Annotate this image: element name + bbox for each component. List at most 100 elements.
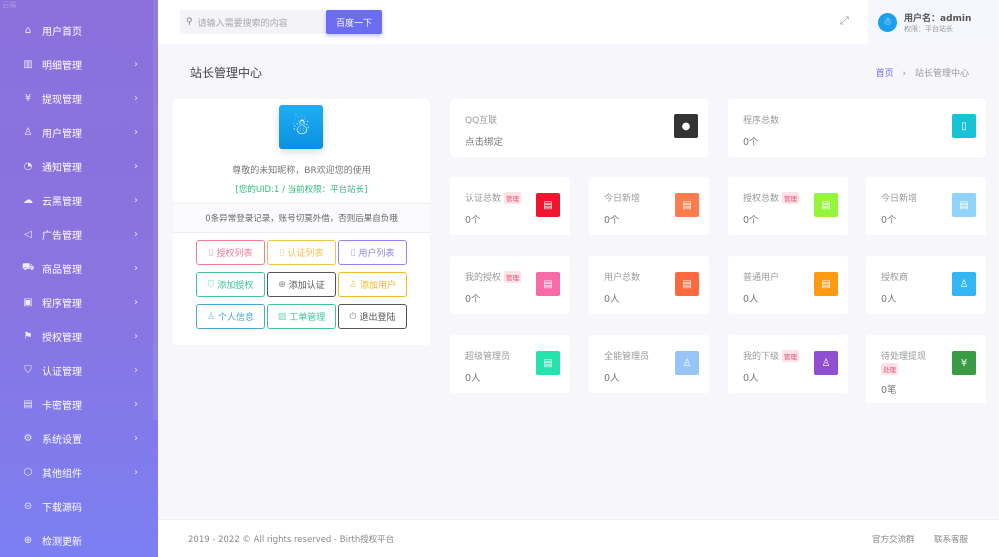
qq-icon: ● <box>674 114 698 138</box>
sidebar-item[interactable]: ⚙ 系统设置 › <box>0 421 158 455</box>
fullscreen-icon[interactable]: ⤢ <box>840 14 849 28</box>
chevron-right-icon: › <box>134 126 138 138</box>
stat-card-title-text: 我的授权 <box>465 273 502 283</box>
sidebar-scrollbar[interactable] <box>153 0 158 420</box>
footer-link-group[interactable]: 官方交流群 <box>872 533 915 545</box>
stat-card[interactable]: 程序总数 0个 ▯ <box>728 99 986 157</box>
sidebar-item-label: 用户首页 <box>42 26 82 38</box>
sidebar: 云端 ⌂ 用户首页 ▥ 明细管理 › ¥ 提现管理 › ♙ 用户管理 › ◔ 通知管理 › ☁ 云黑管理 › ◁ 广… <box>0 0 158 557</box>
sidebar-item[interactable]: ⛟ 商品管理 › <box>0 251 158 285</box>
stat-card[interactable]: 超级管理员 0人 ▤ <box>450 335 570 393</box>
sidebar-item[interactable]: ☁ 云黑管理 › <box>0 183 158 217</box>
sidebar-item[interactable]: ¥ 提现管理 › <box>0 81 158 115</box>
quick-action-button[interactable]: ♙ 个人信息 <box>196 304 265 329</box>
stat-card-title-text: 待处理提现 <box>881 352 927 362</box>
ticket-icon: ▨ <box>277 311 287 322</box>
stat-card[interactable]: 授权商 0人 ♙ <box>866 256 986 314</box>
footer-link-support[interactable]: 联系客服 <box>934 533 968 545</box>
sidebar-item[interactable]: ▤ 卡密管理 › <box>0 387 158 421</box>
search-input[interactable]: ⚲ 请输入需要搜索的内容 <box>180 10 326 34</box>
sidebar-item[interactable]: ⌂ 用户首页 <box>0 13 158 47</box>
breadcrumb-home[interactable]: 首页 <box>876 69 894 79</box>
sidebar-item[interactable]: ▣ 程序管理 › <box>0 285 158 319</box>
search-button[interactable]: 百度一下 <box>326 10 382 34</box>
sidebar-item[interactable]: ⛉ 认证管理 › <box>0 353 158 387</box>
sidebar-item[interactable]: ⊕ 检测更新 <box>0 523 158 557</box>
file-icon: ▯ <box>279 247 285 258</box>
sidebar-item[interactable]: ⚑ 授权管理 › <box>0 319 158 353</box>
chevron-right-icon: › <box>134 398 138 410</box>
stat-card[interactable]: 认证总数 管理 0个 ▤ <box>450 177 570 235</box>
stat-card-title-text: 授权商 <box>881 273 909 283</box>
stat-card[interactable]: 今日新增 0个 ▤ <box>866 177 986 235</box>
download-icon: ⊝ <box>23 500 33 512</box>
stat-card-title-text: 今日新增 <box>604 194 641 204</box>
users-icon: ♙ <box>814 351 838 375</box>
sidebar-nav: ⌂ 用户首页 ▥ 明细管理 › ¥ 提现管理 › ♙ 用户管理 › ◔ 通知管理 › ☁ 云黑管理 › ◁ 广告管理… <box>0 13 158 557</box>
sidebar-item-label: 授权管理 <box>42 332 82 344</box>
sidebar-item[interactable]: ◁ 广告管理 › <box>0 217 158 251</box>
qq-avatar-icon: ☃ <box>279 105 323 149</box>
quick-action-label: 添加授权 <box>217 281 254 291</box>
stat-card[interactable]: 普通用户 0人 ▤ <box>728 256 848 314</box>
sidebar-item[interactable]: ⊝ 下载源码 <box>0 489 158 523</box>
stat-card[interactable]: 授权总数 管理 0个 ▤ <box>728 177 848 235</box>
chevron-right-icon: › <box>134 58 138 70</box>
quick-action-label: 个人信息 <box>218 313 255 323</box>
quick-action-button[interactable]: ⊕ 添加认证 <box>267 272 336 297</box>
stat-card-tag[interactable]: 处理 <box>881 363 898 375</box>
quick-action-button[interactable]: ▨ 工单管理 <box>267 304 336 329</box>
stat-card-tag[interactable]: 管理 <box>504 270 522 283</box>
stat-card-title-text: 全能管理员 <box>604 352 650 362</box>
chevron-right-icon: › <box>134 160 138 172</box>
user-menu[interactable]: ☃ 用户名：admin 权限：平台站长 <box>868 0 999 44</box>
quick-action-button[interactable]: ▯ 认证列表 <box>267 240 336 265</box>
stat-card-tag[interactable]: 管理 <box>782 349 800 362</box>
file-icon: ▤ <box>814 272 838 296</box>
yen-icon: ¥ <box>952 351 976 375</box>
card-icon: ▤ <box>23 398 33 410</box>
sidebar-item[interactable]: ▥ 明细管理 › <box>0 47 158 81</box>
stat-card-tag[interactable]: 管理 <box>504 191 522 204</box>
login-notice: 0条异常登录记录，账号切莫外借，否则后果自负哦 <box>173 203 430 233</box>
shield-check-icon: ⛉ <box>207 279 215 290</box>
quick-action-button[interactable]: ⏻ 退出登陆 <box>338 304 407 329</box>
breadcrumb-current: 站长管理中心 <box>914 69 969 79</box>
sidebar-item[interactable]: ⬡ 其他组件 › <box>0 455 158 489</box>
flag-icon: ⚑ <box>23 330 33 342</box>
stat-card[interactable]: 待处理提现 处理 0笔 ¥ <box>866 335 986 403</box>
sidebar-item[interactable]: ♙ 用户管理 › <box>0 115 158 149</box>
file-icon: ▤ <box>952 193 976 217</box>
stat-card[interactable]: 全能管理员 0人 ♙ <box>589 335 709 393</box>
sidebar-item[interactable]: ◔ 通知管理 › <box>0 149 158 183</box>
quick-action-button[interactable]: ⛉ 添加授权 <box>196 272 265 297</box>
stat-card-title-text: 认证总数 <box>465 194 502 204</box>
quick-actions: ▯ 授权列表 ▯ 认证列表 ▯ 用户列表 ⛉ 添加授权 ⊕ 添加认证 ♙ 添加用户 ♙ 个人信息 ▨ 工单管理… <box>196 240 407 329</box>
sidebar-item-label: 用户管理 <box>42 128 82 140</box>
stat-card[interactable]: 我的授权 管理 0个 ▤ <box>450 256 570 314</box>
stat-card-title: QQ互联 <box>465 113 708 126</box>
quick-action-button[interactable]: ♙ 添加用户 <box>338 272 407 297</box>
search-icon: ⚲ <box>186 17 193 27</box>
sidebar-item-label: 检测更新 <box>42 536 82 548</box>
box-icon: ⬡ <box>23 466 33 478</box>
quick-action-label: 添加认证 <box>288 281 325 291</box>
quick-action-button[interactable]: ▯ 用户列表 <box>338 240 407 265</box>
user-icon: ♙ <box>23 126 33 138</box>
stat-card[interactable]: 今日新增 0个 ▤ <box>589 177 709 235</box>
stat-card-tag[interactable]: 管理 <box>782 191 800 204</box>
sidebar-item-label: 通知管理 <box>42 162 82 174</box>
stat-card-title-text: 超级管理员 <box>465 352 511 362</box>
quick-action-label: 添加用户 <box>360 281 397 291</box>
sidebar-item-label: 云黑管理 <box>42 196 82 208</box>
stat-card[interactable]: 用户总数 0人 ▤ <box>589 256 709 314</box>
file-icon: ▤ <box>536 193 560 217</box>
stat-card-title-text: 用户总数 <box>604 273 641 283</box>
plus-circle-icon: ⊕ <box>278 279 286 290</box>
chevron-right-icon: › <box>134 262 138 274</box>
stat-card[interactable]: QQ互联 点击绑定 ● <box>450 99 708 157</box>
quick-action-button[interactable]: ▯ 授权列表 <box>196 240 265 265</box>
yen-icon: ¥ <box>24 92 32 104</box>
brand-logo: 云端 <box>2 1 16 9</box>
stat-card[interactable]: 我的下级 管理 0人 ♙ <box>728 335 848 393</box>
